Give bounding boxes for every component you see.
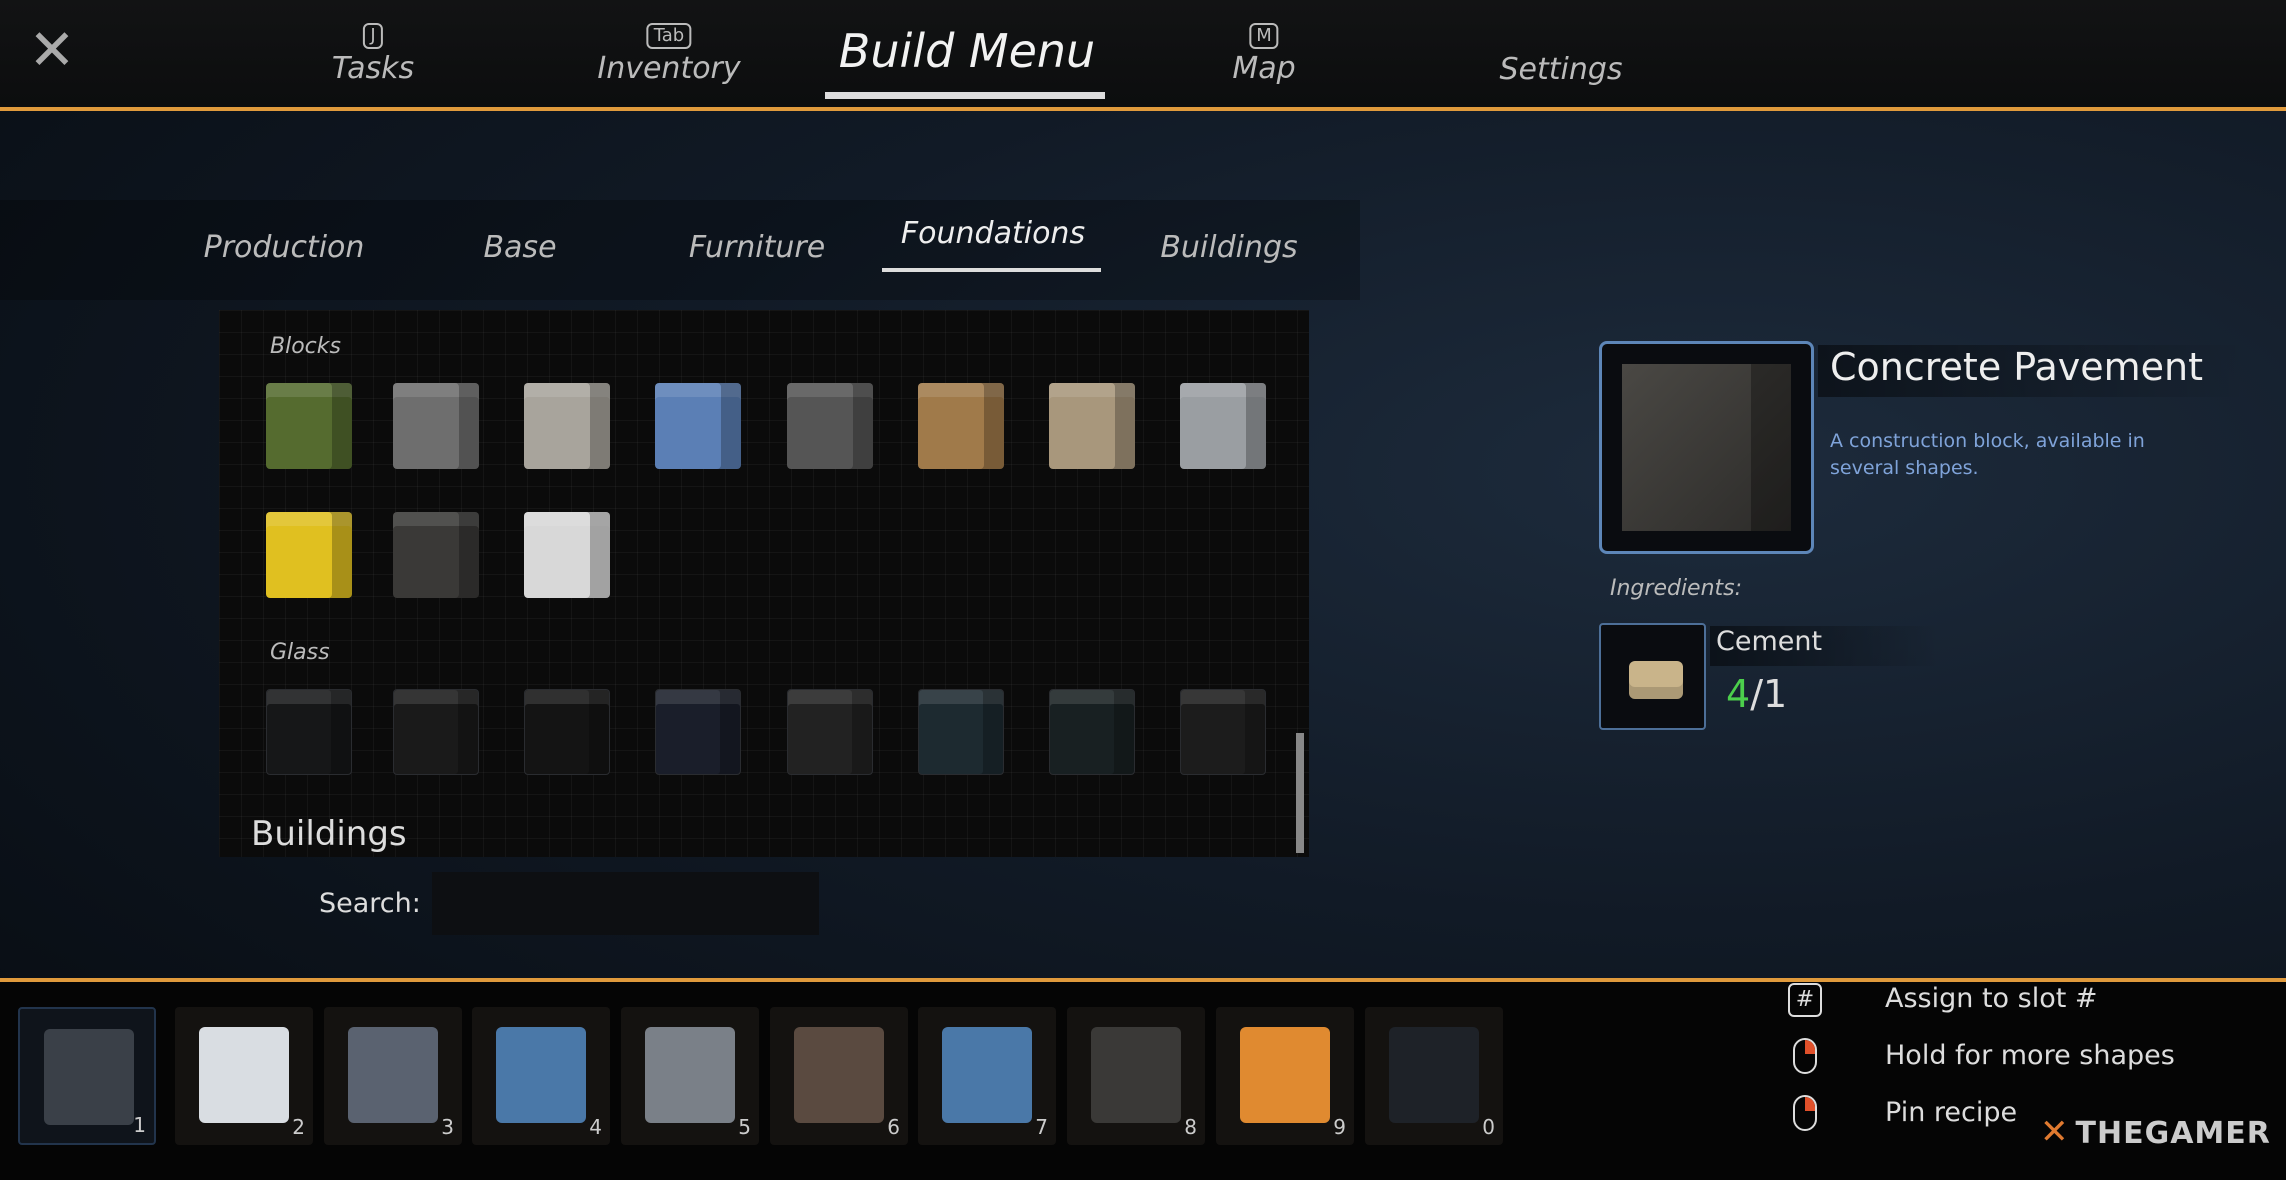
tab-label: Map xyxy=(1232,51,1296,86)
subtab-furniture[interactable]: Furniture xyxy=(689,230,825,265)
watermark-logo: ✕ THEGAMER xyxy=(2040,1112,2271,1152)
block-recipe[interactable] xyxy=(1049,383,1135,469)
glass-recipe[interactable] xyxy=(524,689,610,775)
buildings-heading: Buildings xyxy=(251,814,407,854)
slot-number: 9 xyxy=(1333,1115,1346,1139)
scrollbar[interactable] xyxy=(1296,733,1304,853)
subtab-production[interactable]: Production xyxy=(204,230,365,265)
hotbar-slot-3[interactable]: 3 xyxy=(324,1007,462,1145)
tab-map[interactable]: M Map xyxy=(1232,14,1296,86)
hotbar-slot-2[interactable]: 2 xyxy=(175,1007,313,1145)
tab-label: Settings xyxy=(1499,52,1623,87)
subtab-buildings[interactable]: Buildings xyxy=(1160,230,1297,265)
selected-item-preview xyxy=(1599,341,1814,554)
hint-assign-slot: Assign to slot # xyxy=(1885,983,2098,1014)
slot-number: 3 xyxy=(441,1115,454,1139)
hotbar-slot-0[interactable]: 0 xyxy=(1365,1007,1503,1145)
block-recipe[interactable] xyxy=(1180,383,1266,469)
section-label-glass: Glass xyxy=(270,640,330,665)
section-label-blocks: Blocks xyxy=(270,334,341,359)
ingredient-slot xyxy=(1599,623,1706,730)
ingredient-name: Cement xyxy=(1710,626,1940,666)
block-recipe[interactable] xyxy=(393,512,479,598)
tab-inventory[interactable]: Tab Inventory xyxy=(597,14,741,86)
tab-settings[interactable]: Settings xyxy=(1499,52,1622,87)
hotbar-slot-4[interactable]: 4 xyxy=(472,1007,610,1145)
slot-number: 0 xyxy=(1482,1115,1495,1139)
slot-item-icon xyxy=(496,1027,586,1123)
active-tab-underline xyxy=(825,92,1105,99)
hint-pin-recipe: Pin recipe xyxy=(1885,1097,2018,1128)
glass-recipe[interactable] xyxy=(1180,689,1266,775)
slot-item-icon xyxy=(44,1029,134,1125)
subtab-base[interactable]: Base xyxy=(483,230,556,265)
glass-recipe[interactable] xyxy=(1049,689,1135,775)
hash-key-icon: # xyxy=(1788,983,1822,1017)
block-recipe[interactable] xyxy=(393,383,479,469)
glass-recipe[interactable] xyxy=(655,689,741,775)
hotbar-slot-1[interactable]: 1 xyxy=(18,1007,156,1145)
block-recipe[interactable] xyxy=(266,512,352,598)
subtab-foundations[interactable]: Foundations xyxy=(901,216,1085,251)
slot-number: 7 xyxy=(1035,1115,1048,1139)
slot-number: 1 xyxy=(133,1113,146,1137)
block-recipe[interactable] xyxy=(655,383,741,469)
slot-item-icon xyxy=(348,1027,438,1123)
slot-item-icon xyxy=(645,1027,735,1123)
slot-item-icon xyxy=(1091,1027,1181,1123)
tab-label: Inventory xyxy=(597,51,741,86)
hint-more-shapes: Hold for more shapes xyxy=(1885,1040,2175,1071)
key-hint: M xyxy=(1249,23,1279,49)
slot-item-icon xyxy=(794,1027,884,1123)
recipe-grid xyxy=(219,310,1309,857)
item-title: Concrete Pavement xyxy=(1818,345,2248,397)
mouse-right-icon xyxy=(1793,1038,1817,1074)
search-label: Search: xyxy=(319,888,421,919)
mouse-right-icon xyxy=(1793,1095,1817,1131)
block-recipe[interactable] xyxy=(918,383,1004,469)
active-subtab-underline xyxy=(882,268,1101,272)
slot-item-icon xyxy=(942,1027,1032,1123)
quantity-have: 4 xyxy=(1726,672,1751,716)
block-recipe[interactable] xyxy=(266,383,352,469)
hotbar-slot-6[interactable]: 6 xyxy=(770,1007,908,1145)
tab-label: Tasks xyxy=(331,51,415,86)
tab-tasks[interactable]: J Tasks xyxy=(332,14,414,86)
ingredient-quantity: 4/1 xyxy=(1726,672,1787,716)
slot-number: 8 xyxy=(1184,1115,1197,1139)
slot-item-icon xyxy=(199,1027,289,1123)
cement-icon xyxy=(1629,661,1683,699)
block-recipe[interactable] xyxy=(524,512,610,598)
search-input[interactable] xyxy=(432,872,819,935)
hotbar-slot-9[interactable]: 9 xyxy=(1216,1007,1354,1145)
slot-number: 4 xyxy=(589,1115,602,1139)
quantity-need: /1 xyxy=(1750,672,1788,716)
slot-number: 2 xyxy=(292,1115,305,1139)
tab-build-menu[interactable]: Build Menu xyxy=(839,24,1095,78)
key-hint: J xyxy=(363,23,383,49)
item-description: A construction block, available in sever… xyxy=(1830,430,2145,479)
glass-recipe[interactable] xyxy=(918,689,1004,775)
hotbar-slot-7[interactable]: 7 xyxy=(918,1007,1056,1145)
block-recipe[interactable] xyxy=(787,383,873,469)
slot-item-icon xyxy=(1240,1027,1330,1123)
block-recipe[interactable] xyxy=(524,383,610,469)
glass-recipe[interactable] xyxy=(393,689,479,775)
glass-recipe[interactable] xyxy=(787,689,873,775)
hotbar-slot-5[interactable]: 5 xyxy=(621,1007,759,1145)
key-hint: Tab xyxy=(646,23,692,49)
hotbar-slot-8[interactable]: 8 xyxy=(1067,1007,1205,1145)
slot-number: 5 xyxy=(738,1115,751,1139)
ingredients-label: Ingredients: xyxy=(1610,576,1743,601)
concrete-pavement-cube-icon xyxy=(1622,364,1791,531)
slot-number: 6 xyxy=(887,1115,900,1139)
glass-recipe[interactable] xyxy=(266,689,352,775)
slot-item-icon xyxy=(1389,1027,1479,1123)
tab-label: Build Menu xyxy=(838,24,1096,78)
close-icon[interactable]: ✕ xyxy=(28,22,76,80)
